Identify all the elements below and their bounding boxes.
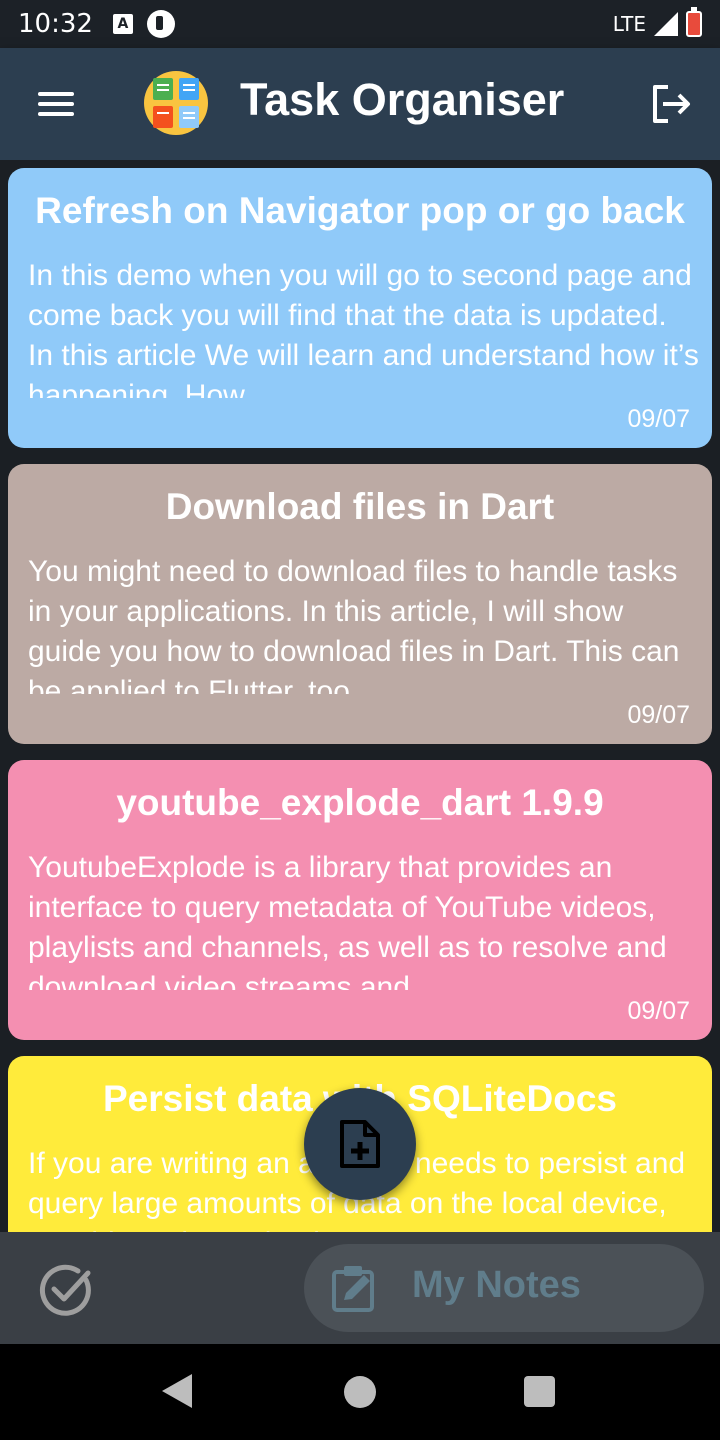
note-body: You might need to download files to hand… [28,555,680,694]
logout-icon[interactable] [650,84,692,124]
battery-icon [686,7,702,37]
system-nav-bar [0,1344,720,1440]
check-circle-icon[interactable] [38,1262,94,1318]
add-note-icon [340,1120,380,1168]
note-body: In this demo when you will go to second … [28,259,699,398]
note-card[interactable]: youtube_explode_dart 1.9.9 YoutubeExplod… [8,760,712,1040]
note-title: Download files in Dart [165,486,555,527]
recents-icon[interactable] [524,1376,555,1407]
status-bar: 10:32 A LTE [0,0,720,48]
app-title: Task Organiser [240,74,565,125]
add-note-button[interactable] [304,1088,416,1200]
menu-icon[interactable] [38,92,74,118]
back-icon[interactable] [162,1374,192,1408]
bottom-nav: My Notes [0,1232,720,1344]
my-notes-tab[interactable]: My Notes [304,1244,704,1332]
note-title: Refresh on Navigator pop or go back [35,190,685,231]
app-bar: Task Organiser [0,48,720,160]
note-body: YoutubeExplode is a library that provide… [28,851,667,990]
status-right: LTE [612,7,702,37]
edit-note-icon [332,1266,374,1312]
note-card[interactable]: Download files in Dart You might need to… [8,464,712,744]
status-time: 10:32 [18,9,93,39]
note-date: 09/07 [627,997,690,1025]
notification-app-icon [146,10,175,38]
notes-list[interactable]: Refresh on Navigator pop or go back In t… [0,160,720,1232]
my-notes-label: My Notes [412,1264,581,1306]
note-card[interactable]: Refresh on Navigator pop or go back In t… [8,168,712,448]
app-logo-icon [144,71,208,135]
notification-a-icon: A [112,14,133,34]
note-date: 09/07 [627,701,690,729]
note-title: youtube_explode_dart 1.9.9 [116,782,604,823]
network-type: LTE [612,12,646,36]
home-icon[interactable] [344,1376,376,1408]
signal-icon [654,12,678,36]
note-date: 09/07 [627,405,690,433]
